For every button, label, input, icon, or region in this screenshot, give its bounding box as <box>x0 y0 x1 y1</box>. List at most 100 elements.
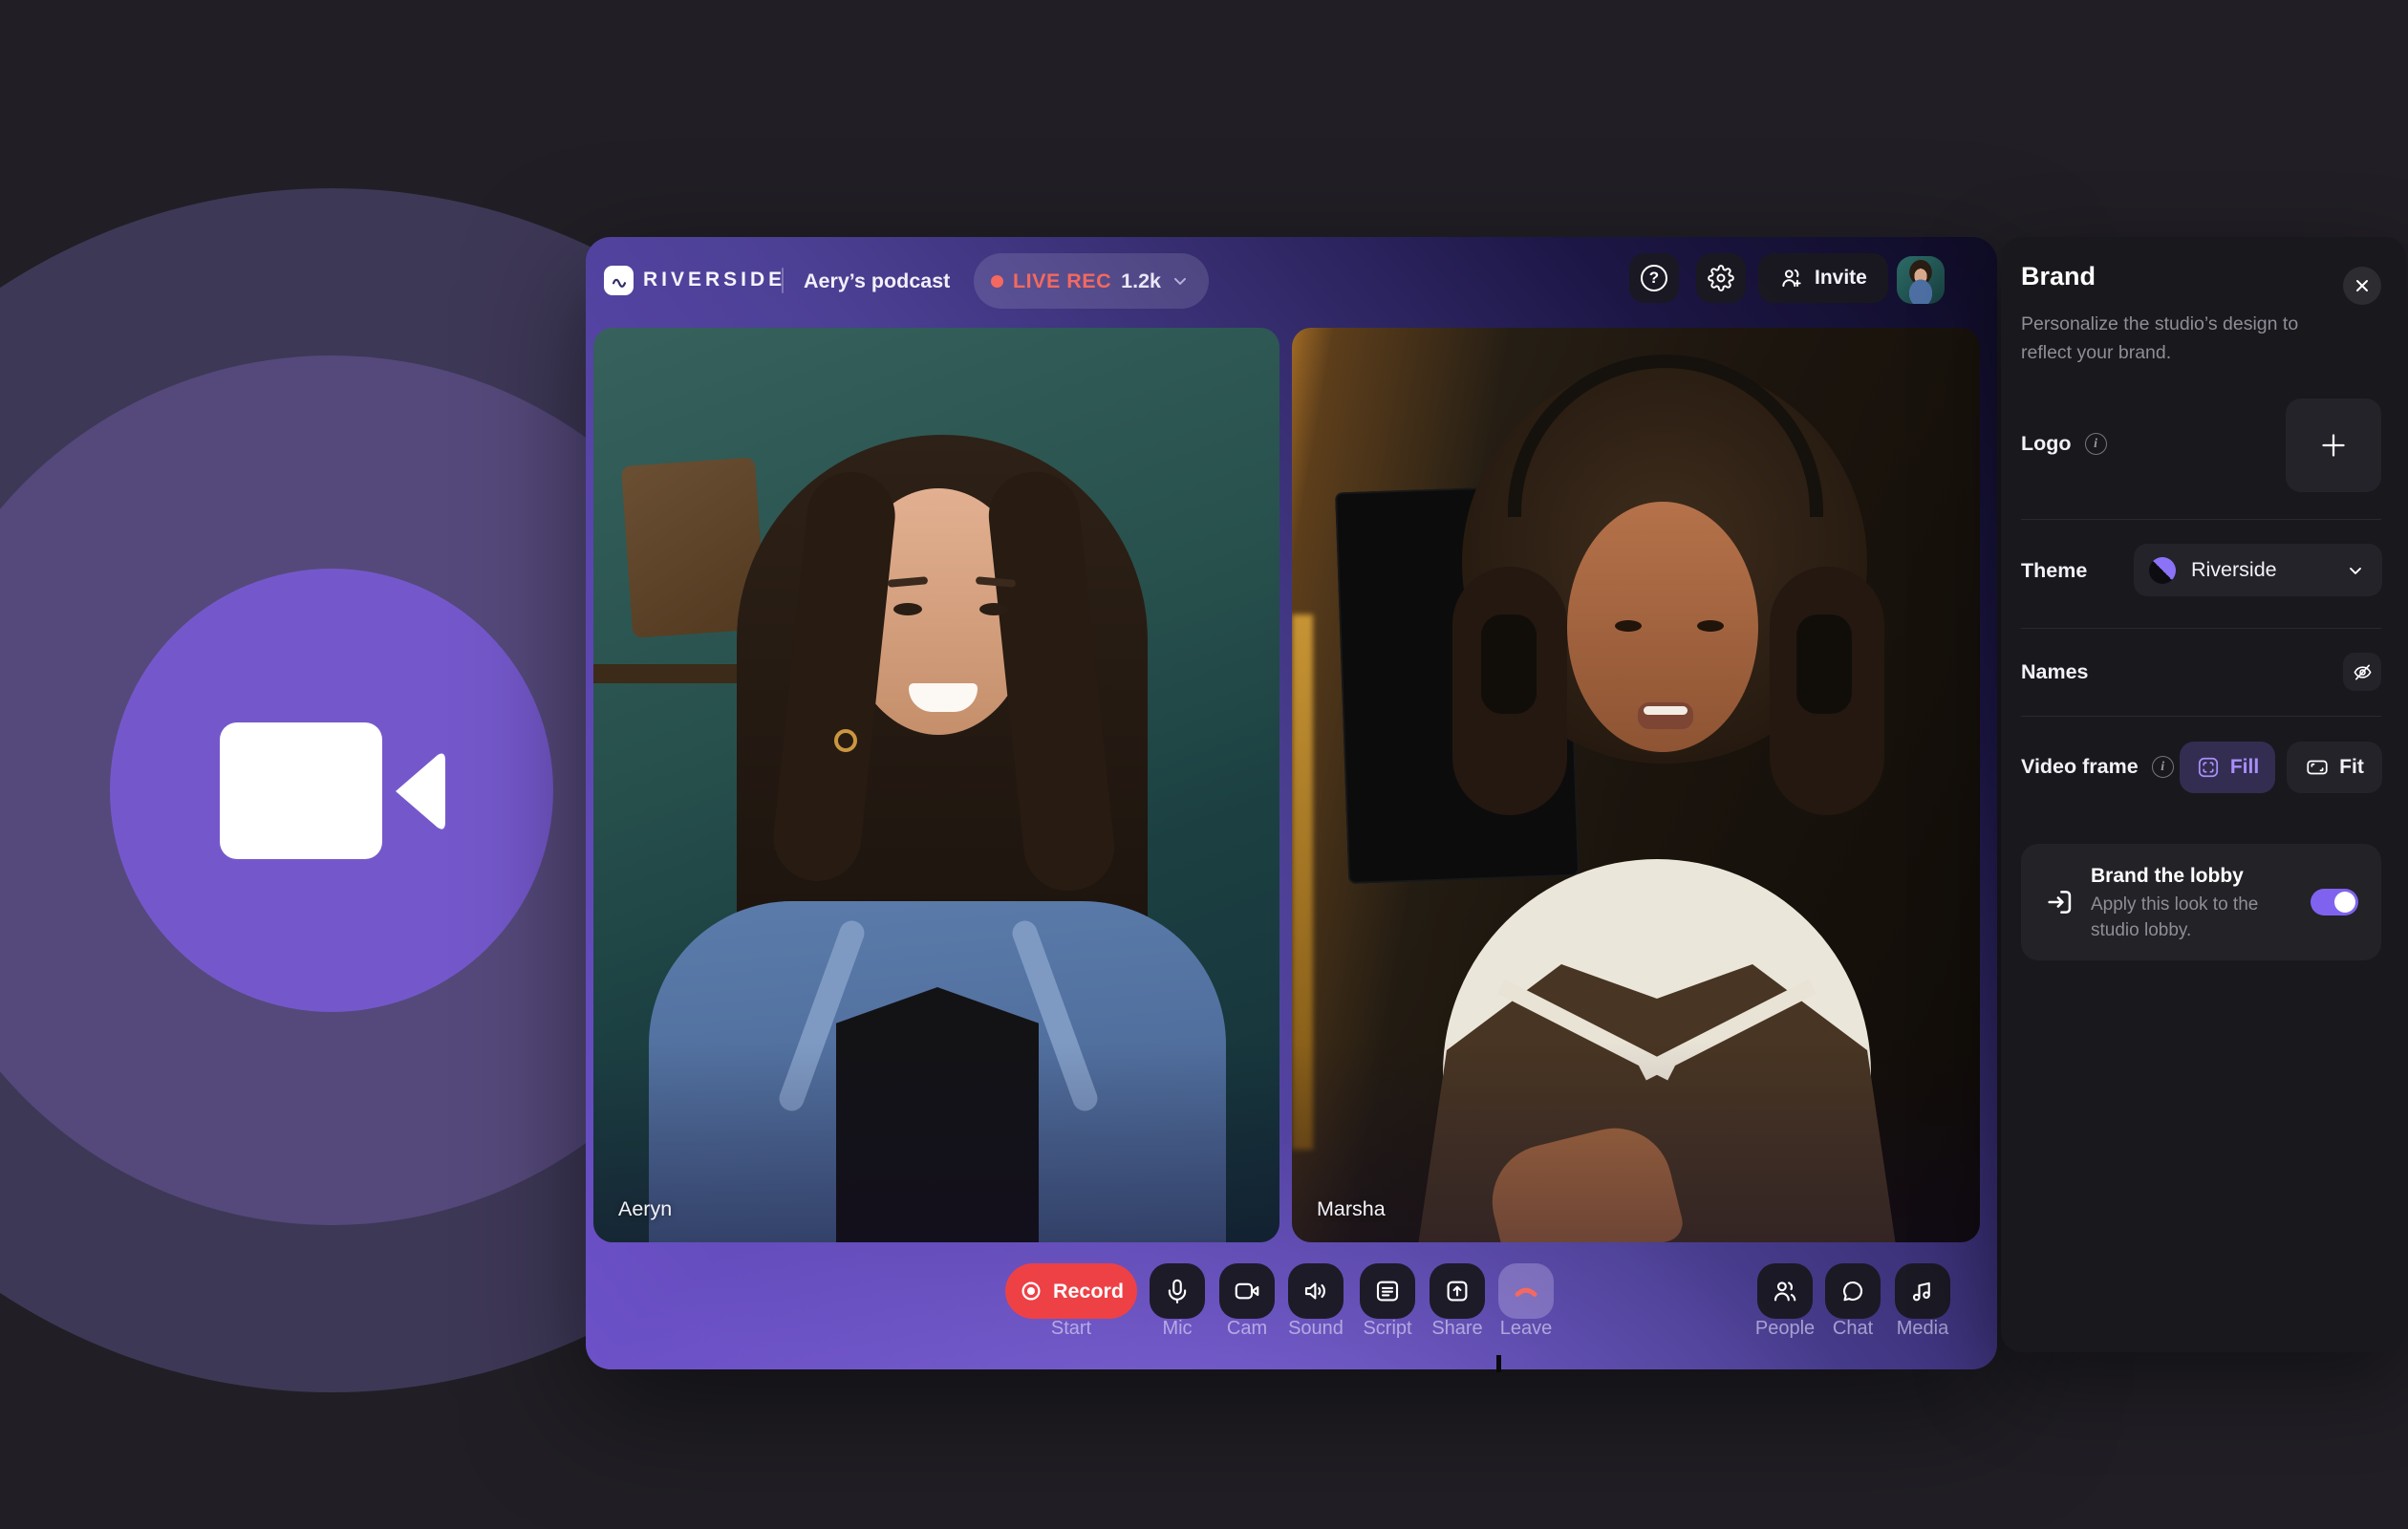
brand-panel: Brand Personalize the studio’s design to… <box>2001 237 2406 1352</box>
leave-button[interactable] <box>1498 1263 1554 1319</box>
lobby-description: Apply this look to the studio lobby. <box>2091 893 2263 943</box>
warm-light <box>1292 614 1313 1150</box>
close-panel-button[interactable] <box>2343 267 2381 305</box>
share-label: Share <box>1431 1318 1482 1340</box>
mic-label: Mic <box>1162 1318 1192 1340</box>
live-viewer-count: 1.2k <box>1121 269 1161 293</box>
chat-bubble-icon <box>1838 1277 1867 1305</box>
participant-name-badge: Marsha <box>1317 1197 1386 1221</box>
headphone-band <box>1508 355 1823 517</box>
document-lines-icon <box>1373 1277 1402 1305</box>
enter-door-icon <box>2044 886 2076 918</box>
camera-icon <box>220 722 449 859</box>
background-shelf-plank <box>593 664 770 683</box>
lobby-title: Brand the lobby <box>2091 865 2244 888</box>
microphone-icon <box>1163 1277 1192 1305</box>
help-button[interactable]: ? <box>1629 253 1679 303</box>
gear-icon <box>1708 265 1734 291</box>
participant-name-badge: Aeryn <box>618 1197 672 1221</box>
add-logo-button[interactable] <box>2286 398 2381 492</box>
panel-title: Brand <box>2021 262 2096 291</box>
question-icon: ? <box>1641 265 1667 291</box>
brand-lobby-card: Brand the lobby Apply this look to the s… <box>2021 844 2381 960</box>
brand-name: RIVERSIDE <box>643 269 785 291</box>
record-label: Record <box>1053 1280 1124 1303</box>
earring <box>834 729 857 752</box>
video-frame-fill-button[interactable]: Fill <box>2180 742 2275 793</box>
studio-title: Aery’s podcast <box>804 269 950 293</box>
divider <box>2021 628 2381 629</box>
mouth <box>1638 702 1693 729</box>
user-avatar[interactable] <box>1897 256 1945 304</box>
phone-down-icon <box>1511 1276 1541 1306</box>
frame-fit-icon <box>2305 755 2330 780</box>
mic-button[interactable] <box>1150 1263 1205 1319</box>
live-status: LIVE REC <box>1013 269 1111 293</box>
settings-button[interactable] <box>1696 253 1746 303</box>
chat-label: Chat <box>1833 1318 1873 1340</box>
divider <box>2021 716 2381 717</box>
share-button[interactable] <box>1430 1263 1485 1319</box>
live-dot-icon <box>991 275 1003 288</box>
smile <box>909 683 978 712</box>
person-jacket <box>649 901 1226 1242</box>
person-shirt <box>836 987 1039 1242</box>
speaker-icon <box>1301 1277 1330 1305</box>
headphone-cup <box>1796 614 1852 714</box>
panel-description: Personalize the studio’s design to refle… <box>2021 310 2329 367</box>
background-blackboard <box>1335 485 1580 884</box>
script-button[interactable] <box>1360 1263 1415 1319</box>
cam-label: Cam <box>1227 1318 1267 1340</box>
person-face <box>844 488 1033 735</box>
theme-label: Theme <box>2021 559 2087 583</box>
playhead-marker <box>1496 1355 1501 1372</box>
info-icon[interactable]: i <box>2085 433 2107 455</box>
names-label: Names <box>2021 660 2089 684</box>
chat-button[interactable] <box>1825 1263 1881 1319</box>
person-turtleneck <box>1443 859 1871 1242</box>
sound-button[interactable] <box>1288 1263 1344 1319</box>
people-button[interactable] <box>1757 1263 1813 1319</box>
toggle-knob <box>2334 892 2355 913</box>
video-frame-fit-button[interactable]: Fit <box>2287 742 2382 793</box>
music-note-icon <box>1908 1277 1937 1305</box>
eye-off-icon <box>2352 661 2374 683</box>
camera-button[interactable] <box>1219 1263 1275 1319</box>
media-button[interactable] <box>1895 1263 1950 1319</box>
record-button[interactable]: Record <box>1005 1263 1137 1319</box>
person-hair <box>1462 362 1867 764</box>
people-label: People <box>1755 1318 1815 1340</box>
riverside-logo-icon <box>604 266 634 295</box>
theme-value: Riverside <box>2191 558 2331 582</box>
invite-button[interactable]: Invite <box>1758 253 1888 303</box>
logo-label: Logo i <box>2021 432 2107 456</box>
divider <box>2021 519 2381 520</box>
names-visibility-toggle[interactable] <box>2343 653 2381 691</box>
info-icon[interactable]: i <box>2152 756 2174 778</box>
video-camera-icon <box>1233 1277 1261 1305</box>
sound-label: Sound <box>1288 1318 1344 1340</box>
close-icon <box>2354 277 2371 294</box>
share-up-icon <box>1443 1277 1472 1305</box>
studio-window: RIVERSIDE Aery’s podcast LIVE REC 1.2k ?… <box>586 237 1997 1369</box>
theme-swatch-icon <box>2149 557 2176 584</box>
people-icon <box>1771 1277 1799 1305</box>
person-face <box>1567 502 1758 752</box>
background-shelf <box>621 457 766 637</box>
invite-label: Invite <box>1815 267 1867 290</box>
video-frame-label: Video frame i <box>2021 755 2174 779</box>
record-icon <box>1019 1279 1043 1303</box>
scan-corners-icon <box>2196 755 2221 780</box>
person-vest <box>1418 958 1896 1242</box>
theme-dropdown[interactable]: Riverside <box>2134 544 2382 596</box>
media-label: Media <box>1897 1318 1948 1340</box>
fit-label: Fit <box>2339 756 2364 779</box>
person-hair <box>737 435 1148 1123</box>
topbar-divider <box>782 268 784 293</box>
chevron-down-icon <box>1171 271 1190 291</box>
hand <box>1480 1116 1687 1242</box>
brand-lobby-toggle[interactable] <box>2311 889 2358 915</box>
script-label: Script <box>1363 1318 1411 1340</box>
live-rec-badge[interactable]: LIVE REC 1.2k <box>974 253 1209 309</box>
record-sublabel: Start <box>1051 1318 1091 1340</box>
